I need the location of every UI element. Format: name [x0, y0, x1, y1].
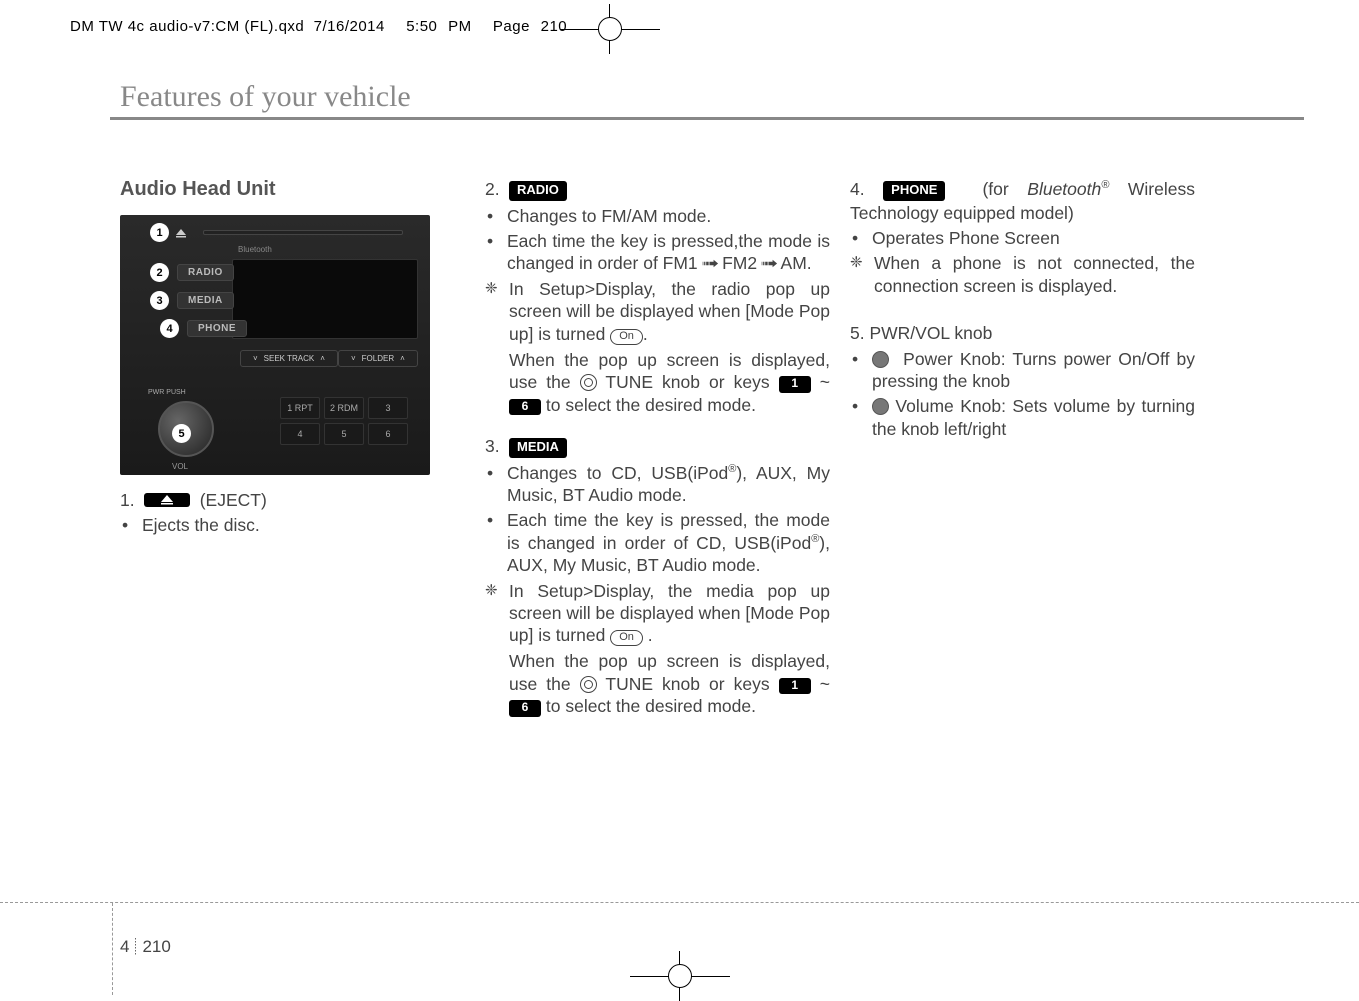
- section-header: Features of your vehicle: [120, 80, 1304, 120]
- registration-mark-bottom: [630, 951, 730, 1001]
- item-2-bullet-2: Each time the key is pressed,the mode is…: [485, 230, 830, 275]
- item-3-bullet-1: Changes to CD, USB(iPod®), AUX, My Music…: [485, 462, 830, 507]
- crop-guide-horizontal: [0, 902, 1359, 903]
- crop-guide-vertical: [112, 903, 113, 995]
- fig-bluetooth-label: Bluetooth: [238, 245, 272, 254]
- tune-knob-icon: [580, 374, 597, 391]
- callout-2: 2: [150, 263, 169, 282]
- item-4-header: 4. PHONE (for Bluetooth® Wireless Techno…: [850, 178, 1195, 224]
- fig-vol-label: VOL: [172, 462, 188, 471]
- item-5-header: 5. PWR/VOL knob: [850, 322, 1195, 344]
- item-2-note-1: In Setup>Display, the radio pop up scree…: [485, 278, 830, 346]
- on-pill: On: [610, 329, 643, 345]
- item-1-header: 1. (EJECT): [120, 489, 465, 511]
- callout-4: 4: [160, 319, 179, 338]
- fig-folder: ˅FOLDER˄: [338, 350, 418, 367]
- callout-3: 3: [150, 291, 169, 310]
- key-6-badge: 6: [509, 399, 541, 415]
- item-2-note-2: When the pop up screen is displayed, use…: [485, 349, 830, 416]
- fig-seek-track: ˅SEEK TRACK˄: [240, 350, 338, 367]
- audio-head-unit-heading: Audio Head Unit: [120, 178, 465, 201]
- fig-pwr-push-label: PWR PUSH: [148, 389, 186, 397]
- fig-phone-button: PHONE: [187, 320, 247, 337]
- head-unit-figure: 1 Bluetooth 2 RADIO 3 MEDIA 4 PHONE: [120, 215, 430, 475]
- column-middle: 2. RADIO Changes to FM/AM mode. Each tim…: [485, 178, 830, 721]
- item-3-bullet-2: Each time the key is pressed, the mode i…: [485, 509, 830, 576]
- item-3-note-1: In Setup>Display, the media pop up scree…: [485, 580, 830, 648]
- key-1-badge: 1: [779, 376, 811, 392]
- volume-knob-icon: [872, 398, 889, 415]
- callout-1: 1: [150, 223, 169, 242]
- eject-icon: [175, 228, 187, 238]
- key-6-badge-2: 6: [509, 700, 541, 716]
- item-5-bullet-2: Volume Knob: Sets volume by turning the …: [850, 395, 1195, 440]
- eject-badge: [144, 493, 190, 507]
- content-columns: Audio Head Unit 1 Bluetooth 2 RADIO 3 ME…: [120, 178, 1304, 721]
- item-4-bullet-1: Operates Phone Screen: [850, 227, 1195, 249]
- item-5-bullet-1: Power Knob: Turns power On/Off by pressi…: [850, 348, 1195, 393]
- item-1-bullet-1: Ejects the disc.: [120, 514, 465, 536]
- power-knob-icon: [872, 351, 889, 368]
- media-badge: MEDIA: [509, 438, 567, 458]
- item-2-header: 2. RADIO: [485, 178, 830, 202]
- registration-mark-top: [560, 4, 660, 54]
- item-4-note-1: When a phone is not connected, the conne…: [850, 252, 1195, 297]
- phone-badge: PHONE: [883, 181, 945, 201]
- fig-media-button: MEDIA: [177, 292, 234, 309]
- column-left: Audio Head Unit 1 Bluetooth 2 RADIO 3 ME…: [120, 178, 465, 721]
- on-pill-2: On: [610, 630, 643, 646]
- item-3-note-2: When the pop up screen is displayed, use…: [485, 650, 830, 717]
- callout-5: 5: [172, 424, 191, 443]
- tune-knob-icon-2: [580, 676, 597, 693]
- fig-radio-button: RADIO: [177, 264, 234, 281]
- page-number: 4 210: [120, 937, 171, 957]
- key-1-badge-2: 1: [779, 678, 811, 694]
- item-3-header: 3. MEDIA: [485, 435, 830, 459]
- column-right: 4. PHONE (for Bluetooth® Wireless Techno…: [850, 178, 1195, 721]
- item-2-bullet-1: Changes to FM/AM mode.: [485, 205, 830, 227]
- page-body: Features of your vehicle Audio Head Unit…: [0, 50, 1359, 995]
- fig-preset-grid: 1 RPT2 RDM3 456: [280, 397, 408, 445]
- radio-badge: RADIO: [509, 181, 567, 201]
- prepress-header: DM TW 4c audio-v7:CM (FL).qxd 7/16/2014 …: [70, 18, 567, 35]
